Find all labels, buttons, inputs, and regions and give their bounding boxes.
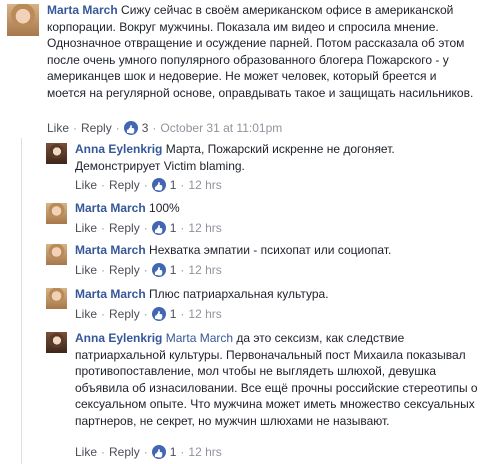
avatar[interactable] [46,203,67,224]
like-link[interactable]: Like [75,221,97,235]
separator: · [143,307,148,321]
separator: · [143,445,148,459]
separator: · [180,263,185,277]
reply-link[interactable]: Reply [109,307,140,321]
separator: · [101,263,106,277]
reply-link[interactable]: Reply [109,221,140,235]
comment-author[interactable]: Marta March [47,3,118,17]
avatar[interactable] [46,332,67,353]
comment-actions: Like·Reply·3·October 31 at 11:01pm [47,120,282,136]
reply-link[interactable]: Reply [109,445,140,459]
separator: · [115,121,120,135]
separator: · [101,221,106,235]
avatar[interactable] [46,143,67,164]
separator: · [180,445,185,459]
separator: · [73,121,78,135]
like-link[interactable]: Like [75,307,97,321]
separator: · [101,445,106,459]
comment-timestamp[interactable]: 12 hrs [188,221,221,235]
avatar[interactable] [46,288,67,309]
comment-author[interactable]: Marta March [75,201,146,215]
comment-actions: Like·Reply·1·12 hrs [75,220,222,236]
comment-author[interactable]: Anna Eylenkrig [75,142,162,156]
separator: · [101,178,106,192]
separator: · [180,221,185,235]
comment-body: Marta March Сижу сейчас в своём американ… [47,2,477,101]
comment-actions: Like·Reply·1·12 hrs [75,306,222,322]
like-reaction-icon[interactable] [151,307,166,321]
comment-timestamp[interactable]: 12 hrs [188,445,221,459]
separator: · [180,178,185,192]
reply-thread-line [21,138,22,464]
like-reaction-icon[interactable] [151,445,166,459]
like-link[interactable]: Like [75,445,97,459]
comment-timestamp[interactable]: 12 hrs [188,178,221,192]
comment-text: Сижу сейчас в своём американском офисе в… [47,3,474,100]
like-reaction-icon[interactable] [151,263,166,277]
like-link[interactable]: Like [47,121,69,135]
separator: · [143,263,148,277]
comment-body: Anna Eylenkrig Марта, Пожарский искренне… [75,141,475,174]
avatar[interactable] [46,244,67,265]
reply-link[interactable]: Reply [81,121,112,135]
comment-timestamp[interactable]: 12 hrs [188,263,221,277]
separator: · [152,121,157,135]
like-reaction-icon[interactable] [123,121,138,135]
comment-text: Плюс патриархальная культура. [149,287,329,301]
comment-actions: Like·Reply·1·12 hrs [75,177,222,193]
comment-actions: Like·Reply·1·12 hrs [75,444,222,460]
comment-body: Marta March Плюс патриархальная культура… [75,286,475,303]
like-link[interactable]: Like [75,263,97,277]
separator: · [101,307,106,321]
comment-body: Anna Eylenkrig Marta March да это сексиз… [75,330,480,429]
like-reaction-icon[interactable] [151,221,166,235]
comment-text: 100% [149,201,180,215]
separator: · [143,178,148,192]
avatar[interactable] [7,4,39,36]
like-reaction-icon[interactable] [151,178,166,192]
reply-link[interactable]: Reply [109,263,140,277]
comment-timestamp[interactable]: 12 hrs [188,307,221,321]
comment-body: Marta March Нехватка эмпатии - психопат … [75,242,475,259]
comment-body: Marta March 100% [75,200,475,217]
reply-link[interactable]: Reply [109,178,140,192]
comment-mention[interactable]: Marta March [166,331,233,345]
comment-text: Нехватка эмпатии - психопат или социопат… [149,243,392,257]
comment-author[interactable]: Marta March [75,287,146,301]
separator: · [143,221,148,235]
comment-timestamp[interactable]: October 31 at 11:01pm [160,121,282,135]
separator: · [180,307,185,321]
comment-text: да это сексизм, как следствие патриархал… [75,331,478,428]
like-link[interactable]: Like [75,178,97,192]
comment-actions: Like·Reply·1·12 hrs [75,262,222,278]
comment-author[interactable]: Marta March [75,243,146,257]
comment-author[interactable]: Anna Eylenkrig [75,331,162,345]
